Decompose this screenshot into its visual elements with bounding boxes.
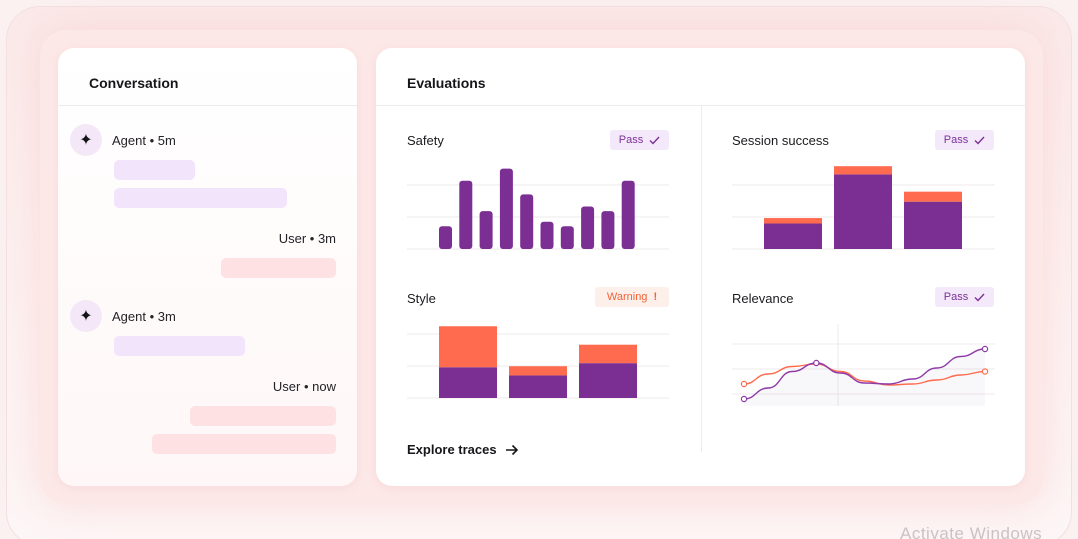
safety-bar [601, 211, 615, 249]
exclamation-icon: ! [653, 291, 658, 303]
agent-message-header: ✦ Agent • 5m [70, 124, 176, 156]
arrow-right-icon [505, 444, 518, 455]
user-message-header: User • now [273, 379, 336, 394]
watermark-text: Activate Windows [900, 524, 1043, 539]
safety-bar [520, 194, 534, 249]
agent-message-bubble [114, 336, 245, 356]
session-success-title: Session success [732, 133, 829, 148]
relevance-chart [732, 324, 995, 406]
relevance-point [740, 380, 748, 388]
sparkle-icon: ✦ [70, 300, 102, 332]
session-success-chart [732, 166, 995, 250]
safety-chart [407, 168, 669, 250]
check-icon [974, 136, 985, 145]
user-message-label: User • 3m [278, 231, 336, 246]
user-message-header: User • 3m [279, 231, 336, 246]
conversation-title: Conversation [89, 75, 179, 91]
conversation-divider [58, 105, 357, 106]
agent-message-header: ✦ Agent • 3m [70, 300, 176, 332]
check-icon [974, 293, 985, 302]
style-status-badge: Warning ! [595, 287, 669, 307]
safety-badge-label: Pass [618, 134, 644, 146]
stacked-bar-base [764, 223, 822, 249]
conversation-card: Conversation ✦ Agent • 5m User • 3m ✦ Ag… [58, 48, 357, 486]
relevance-point [981, 345, 989, 353]
user-message-bubble [152, 434, 336, 454]
safety-bar [499, 168, 513, 249]
stacked-bar-top [834, 166, 892, 175]
panel-divider [701, 106, 702, 452]
safety-bar [621, 180, 635, 249]
agent-message-label: Agent • 5m [112, 132, 176, 148]
safety-bar [581, 206, 595, 249]
relevance-status-badge: Pass [935, 287, 994, 307]
safety-status-badge: Pass [610, 130, 669, 150]
relevance-badge-label: Pass [943, 291, 969, 303]
stacked-bar-top [764, 218, 822, 224]
stacked-bar-top [579, 344, 637, 364]
relevance-point [981, 368, 989, 375]
safety-bar [439, 226, 452, 249]
check-icon [649, 136, 660, 145]
stacked-bar-base [439, 367, 497, 398]
relevance-title: Relevance [732, 291, 794, 306]
session-success-status-badge: Pass [935, 130, 994, 150]
session-success-badge-label: Pass [943, 134, 969, 146]
evaluations-card: Evaluations Safety Pass Session success … [376, 48, 1025, 486]
style-chart [407, 326, 669, 399]
agent-message-bubble [114, 160, 195, 180]
sparkle-icon: ✦ [70, 124, 102, 156]
stacked-bar-base [904, 201, 962, 249]
stacked-bar-top [439, 326, 497, 368]
explore-traces-link[interactable]: Explore traces [407, 442, 519, 457]
relevance-point [740, 395, 748, 403]
stacked-bar-base [579, 363, 637, 398]
safety-bar [560, 226, 574, 249]
safety-bar [540, 221, 554, 249]
agent-message-bubble [114, 188, 287, 208]
safety-bar [479, 211, 493, 249]
stacked-bar-base [509, 375, 567, 398]
user-message-bubble [221, 258, 336, 278]
relevance-point [813, 359, 820, 367]
explore-traces-label: Explore traces [407, 442, 497, 457]
user-message-bubble [190, 406, 336, 426]
evaluations-title: Evaluations [407, 75, 486, 91]
stacked-bar-top [904, 191, 962, 202]
stacked-bar-top [509, 366, 567, 376]
style-badge-label: Warning [606, 291, 648, 303]
style-title: Style [407, 291, 436, 306]
safety-bar [459, 180, 473, 249]
user-message-label: User • now [272, 379, 336, 394]
agent-message-label: Agent • 3m [112, 308, 176, 324]
safety-title: Safety [407, 133, 444, 148]
stacked-bar-base [834, 174, 892, 249]
